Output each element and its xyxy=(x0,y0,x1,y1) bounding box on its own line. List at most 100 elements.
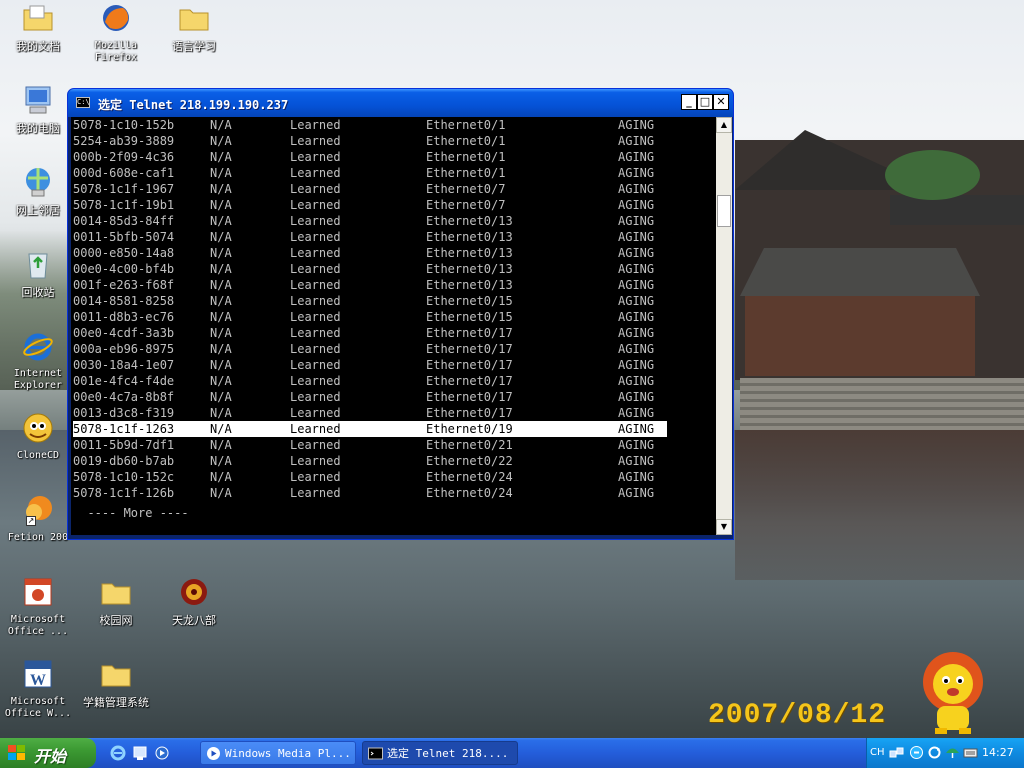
port-cell: Ethernet0/24 xyxy=(426,470,513,484)
desktop-icon-student-records[interactable]: 学籍管理系统 xyxy=(78,658,154,709)
desktop-icon-network-places[interactable]: 网上邻居 xyxy=(0,166,76,217)
quicklaunch-desktop-icon[interactable] xyxy=(132,745,148,761)
more-prompt: ---- More ---- xyxy=(73,506,189,520)
vlan-cell: N/A xyxy=(210,470,232,484)
desktop-icon-label: Fetion 200 xyxy=(7,532,69,543)
desktop-icon-my-computer[interactable]: 我的电脑 xyxy=(0,84,76,135)
table-row: 5078-1c10-152b N/A Learned Ethernet0/1 AGING xyxy=(73,117,667,133)
svg-text:W: W xyxy=(30,672,46,689)
console-icon xyxy=(368,747,383,760)
desktop-icon-internet-explorer[interactable]: Internet Explorer xyxy=(0,330,76,392)
scroll-up-button[interactable]: ▲ xyxy=(716,117,732,133)
desktop-icon-label: 网上邻居 xyxy=(16,204,60,217)
type-cell: Learned xyxy=(290,390,341,404)
type-cell: Learned xyxy=(290,406,341,420)
port-cell: Ethernet0/1 xyxy=(426,118,506,132)
desktop-icon-my-documents[interactable]: 我的文档 xyxy=(0,2,76,53)
type-cell: Learned xyxy=(290,358,341,372)
type-cell: Learned xyxy=(290,166,341,180)
desktop-icon-firefox[interactable]: Mozilla Firefox xyxy=(78,2,154,64)
vlan-cell: N/A xyxy=(210,486,232,500)
vlan-cell: N/A xyxy=(210,118,232,132)
network-icon[interactable] xyxy=(889,745,904,760)
desktop-icon-label: 语言学习 xyxy=(172,40,216,53)
table-row: 001e-4fc4-f4de N/A Learned Ethernet0/17 AGIN… xyxy=(73,373,667,389)
wallpaper-date: 2007/08/12 xyxy=(708,700,887,731)
umbrella-icon[interactable] xyxy=(945,745,960,760)
clock: 14:27 xyxy=(982,746,1014,759)
state-cell: AGING xyxy=(618,406,655,420)
quicklaunch-media-icon[interactable] xyxy=(154,745,170,761)
quicklaunch-ie-icon[interactable] xyxy=(110,745,126,761)
window-titlebar[interactable]: C:\ 选定 Telnet 218.199.190.237 _ □ ✕ xyxy=(68,89,733,117)
language-indicator[interactable]: CH xyxy=(870,747,885,758)
table-row: 0000-e850-14a8 N/A Learned Ethernet0/13 AGIN… xyxy=(73,245,667,261)
folder-icon xyxy=(101,583,131,605)
type-cell: Learned xyxy=(290,326,341,340)
task-label: 选定 Telnet 218.... xyxy=(387,747,509,760)
scroll-down-button[interactable]: ▼ xyxy=(716,519,732,535)
mac-cell: 5078-1c1f-19b1 xyxy=(73,198,175,212)
desktop-icon-clonecd[interactable]: CloneCD xyxy=(0,412,76,462)
port-cell: Ethernet0/17 xyxy=(426,406,513,420)
state-cell: AGING xyxy=(618,278,655,292)
desktop-icon-label: 校园网 xyxy=(99,614,133,627)
sync-icon[interactable] xyxy=(927,745,942,760)
mac-cell: 5078-1c1f-1263 xyxy=(73,422,175,436)
vlan-cell: N/A xyxy=(210,150,232,164)
scroll-thumb[interactable] xyxy=(717,195,731,227)
desktop-icon-label: 我的电脑 xyxy=(16,122,60,135)
mac-cell: 0000-e850-14a8 xyxy=(73,246,175,260)
desktop-icon-fetion[interactable]: ↗ Fetion 200 xyxy=(0,494,76,544)
desktop-icon-label: CloneCD xyxy=(16,450,60,461)
table-row: 00e0-4c00-bf4b N/A Learned Ethernet0/13 AGIN… xyxy=(73,261,667,277)
port-cell: Ethernet0/13 xyxy=(426,246,513,260)
state-cell: AGING xyxy=(618,262,655,276)
close-button[interactable]: ✕ xyxy=(713,94,729,110)
vlan-cell: N/A xyxy=(210,166,232,180)
vertical-scrollbar[interactable]: ▲ ▼ xyxy=(716,117,732,535)
antivirus-icon[interactable] xyxy=(909,745,924,760)
wallpaper-wall xyxy=(745,296,975,376)
desktop-icon-label: Microsoft Office W... xyxy=(4,696,72,719)
desktop-icon-label: Mozilla Firefox xyxy=(94,40,138,63)
task-windows-media-player[interactable]: Windows Media Pl... xyxy=(200,741,356,765)
mac-cell: 0014-85d3-84ff xyxy=(73,214,175,228)
desktop-icon-word[interactable]: W Microsoft Office W... xyxy=(0,658,76,720)
mac-cell: 0014-8581-8258 xyxy=(73,294,175,308)
recycle-bin-icon xyxy=(28,253,48,279)
vlan-cell: N/A xyxy=(210,454,232,468)
state-cell: AGING xyxy=(618,182,655,196)
desktop-icon-recycle-bin[interactable]: 回收站 xyxy=(0,248,76,299)
mac-cell: 0019-db60-b7ab xyxy=(73,454,175,468)
port-cell: Ethernet0/22 xyxy=(426,454,513,468)
word-icon: W xyxy=(24,660,52,689)
keyboard-icon[interactable] xyxy=(963,745,978,760)
minimize-button[interactable]: _ xyxy=(681,94,697,110)
vlan-cell: N/A xyxy=(210,182,232,196)
start-button[interactable]: 开始 xyxy=(0,738,96,768)
type-cell: Learned xyxy=(290,470,341,484)
table-row: 0014-8581-8258 N/A Learned Ethernet0/15 AGIN… xyxy=(73,293,667,309)
desktop-icon-tianlong[interactable]: 天龙八部 xyxy=(156,576,232,627)
type-cell: Learned xyxy=(290,230,341,244)
task-telnet[interactable]: 选定 Telnet 218.... xyxy=(362,741,518,765)
start-label: 开始 xyxy=(34,747,67,766)
computer-icon xyxy=(25,86,51,114)
desktop-icon-powerpoint[interactable]: Microsoft Office ... xyxy=(0,576,76,638)
desktop-icon-campus-network[interactable]: 校园网 xyxy=(78,576,154,627)
table-row: 000d-608e-caf1 N/A Learned Ethernet0/1 AGING xyxy=(73,165,667,181)
type-cell: Learned xyxy=(290,134,341,148)
mac-cell: 00e0-4c00-bf4b xyxy=(73,262,175,276)
desktop-icon-language-learning[interactable]: 语言学习 xyxy=(156,2,232,53)
mac-cell: 00e0-4c7a-8b8f xyxy=(73,390,175,404)
state-cell: AGING xyxy=(618,310,655,324)
vlan-cell: N/A xyxy=(210,358,232,372)
table-row: 0011-5b9d-7df1 N/A Learned Ethernet0/21 AGIN… xyxy=(73,437,667,453)
folder-icon xyxy=(179,9,209,31)
vlan-cell: N/A xyxy=(210,390,232,404)
vlan-cell: N/A xyxy=(210,246,232,260)
mac-cell: 5078-1c1f-1967 xyxy=(73,182,175,196)
maximize-button[interactable]: □ xyxy=(697,94,713,110)
terminal-output[interactable]: 5078-1c10-152b N/A Learned Ethernet0/1 AGING… xyxy=(71,117,716,535)
